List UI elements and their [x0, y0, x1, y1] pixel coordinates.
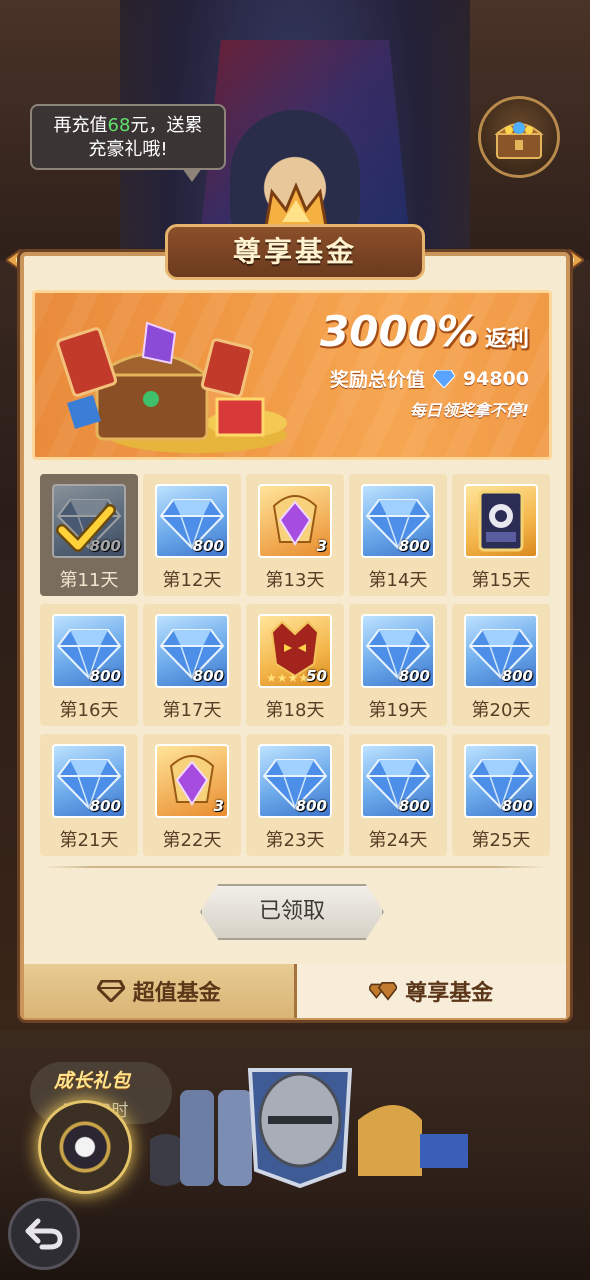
diamond-icon: 800 — [155, 614, 229, 688]
reward-count: 800 — [295, 797, 327, 815]
reward-day-label: 第22天 — [162, 830, 222, 851]
diamond-icon: 800 — [464, 744, 538, 818]
reward-cell[interactable]: 第15天 — [452, 474, 550, 596]
diamond-icon — [432, 369, 455, 388]
floating-orb-button[interactable] — [38, 1100, 132, 1194]
hero-card-icon — [464, 484, 538, 558]
reward-cell[interactable]: ★★★★ 50 第18天 — [246, 604, 344, 726]
promo-percent: 3000% — [320, 307, 479, 356]
purple-crystal-icon: 3 — [155, 744, 229, 818]
bubble-amount: 68 — [107, 115, 131, 136]
reward-cell[interactable]: 800 第16天 — [40, 604, 138, 726]
npc-speech-bubble: 再充值68元，送累 充豪礼哦! — [30, 104, 226, 182]
checkmark-icon — [56, 504, 116, 552]
hero-shard-icon: ★★★★ 50 — [258, 614, 332, 688]
diamond-icon: 800 — [258, 744, 332, 818]
reward-cell[interactable]: 3 第13天 — [246, 474, 344, 596]
reward-day-label: 第25天 — [471, 830, 531, 851]
diamond-icon: 800 — [52, 744, 126, 818]
diamond-icon: 800 — [52, 614, 126, 688]
reward-day-label: 第13天 — [265, 570, 325, 591]
promo-banner: 3000% 返利 奖励总价值 94800 每日领奖拿不停! — [32, 290, 552, 460]
reward-cell[interactable]: 800 第11天 — [40, 474, 138, 596]
treasure-pile-icon — [56, 321, 287, 453]
diamond-icon: 800 — [361, 614, 435, 688]
reward-count: 800 — [398, 537, 430, 555]
svg-text:★★★★: ★★★★ — [266, 671, 309, 685]
treasure-chest-icon — [494, 122, 544, 159]
reward-day-label: 第18天 — [265, 700, 325, 721]
reward-day-label: 第19天 — [368, 700, 428, 721]
panel-title: 尊享基金 — [165, 224, 425, 280]
reward-cell[interactable]: 800 第19天 — [349, 604, 447, 726]
reward-day-label: 第21天 — [59, 830, 119, 851]
gem-tab-icon — [96, 980, 125, 1002]
reward-cell[interactable]: 800 第21天 — [40, 734, 138, 856]
treasure-chest-button[interactable] — [478, 96, 560, 178]
reward-cell[interactable]: 3 第22天 — [143, 734, 241, 856]
tab-value-fund[interactable]: 超值基金 — [24, 964, 297, 1018]
reward-count: 50 — [306, 667, 327, 685]
reward-day-label: 第15天 — [471, 570, 531, 591]
back-button[interactable] — [8, 1198, 80, 1270]
bubble-text-suffix: 元，送累 — [130, 115, 203, 136]
reward-count: 800 — [89, 797, 121, 815]
reward-count: 800 — [501, 667, 533, 685]
reward-count: 800 — [398, 667, 430, 685]
purple-crystal-icon: 3 — [258, 484, 332, 558]
panel-title-plate: 尊享基金 — [165, 224, 425, 282]
armor-display-icon — [150, 1068, 468, 1189]
promo-total-amount: 94800 — [462, 367, 529, 390]
reward-day-label: 第17天 — [162, 700, 222, 721]
reward-day-label: 第24天 — [368, 830, 428, 851]
reward-day-label: 第16天 — [59, 700, 119, 721]
reward-cell[interactable]: 800 第24天 — [349, 734, 447, 856]
reward-count: 800 — [89, 667, 121, 685]
reward-cell[interactable]: 800 第20天 — [452, 604, 550, 726]
bubble-text-line2: 充豪礼哦! — [88, 139, 168, 160]
claimed-button[interactable]: 已领取 — [200, 884, 384, 940]
reward-grid: 800 第11天 800 第12天 3 第13天 800 第14天 第15天 800 第16天 800… — [40, 474, 550, 856]
bubble-text-prefix: 再充值 — [53, 115, 108, 136]
promo-total-label: 奖励总价值 — [329, 369, 425, 391]
reward-count: 800 — [192, 667, 224, 685]
reward-count: 800 — [192, 537, 224, 555]
diamond-icon: 800 — [361, 744, 435, 818]
reward-count: 800 — [501, 797, 533, 815]
back-arrow-icon — [25, 1218, 63, 1250]
promo-rebate-headline: 3000% 返利 — [320, 307, 529, 356]
growth-pack-title: 成长礼包 — [54, 1070, 131, 1092]
promo-daily-text: 每日领奖拿不停! — [409, 401, 529, 420]
reward-cell[interactable]: 800 第25天 — [452, 734, 550, 856]
reward-day-label: 第11天 — [59, 570, 119, 591]
grid-divider — [44, 866, 546, 868]
tab-value-fund-label: 超值基金 — [132, 981, 221, 1006]
reward-cell[interactable]: 800 第23天 — [246, 734, 344, 856]
diamond-icon: 800 — [464, 614, 538, 688]
gems-tab-icon — [369, 981, 398, 1001]
diamond-icon: 800 — [361, 484, 435, 558]
fund-tabs: 超值基金 尊享基金 — [24, 964, 566, 1018]
promo-total-value: 奖励总价值 94800 — [330, 365, 529, 392]
reward-day-label: 第14天 — [368, 570, 428, 591]
diamond-icon: 800 — [155, 484, 229, 558]
reward-day-label: 第12天 — [162, 570, 222, 591]
reward-count: 3 — [316, 537, 327, 555]
reward-cell[interactable]: 800 第14天 — [349, 474, 447, 596]
reward-cell[interactable]: 800 第17天 — [143, 604, 241, 726]
reward-count: 3 — [213, 797, 224, 815]
reward-day-label: 第20天 — [471, 700, 531, 721]
reward-cell[interactable]: 800 第12天 — [143, 474, 241, 596]
tab-premium-fund[interactable]: 尊享基金 — [296, 964, 566, 1018]
tab-premium-fund-label: 尊享基金 — [405, 981, 494, 1006]
reward-day-label: 第23天 — [265, 830, 325, 851]
promo-rebate-label: 返利 — [484, 327, 529, 352]
reward-count: 800 — [398, 797, 430, 815]
